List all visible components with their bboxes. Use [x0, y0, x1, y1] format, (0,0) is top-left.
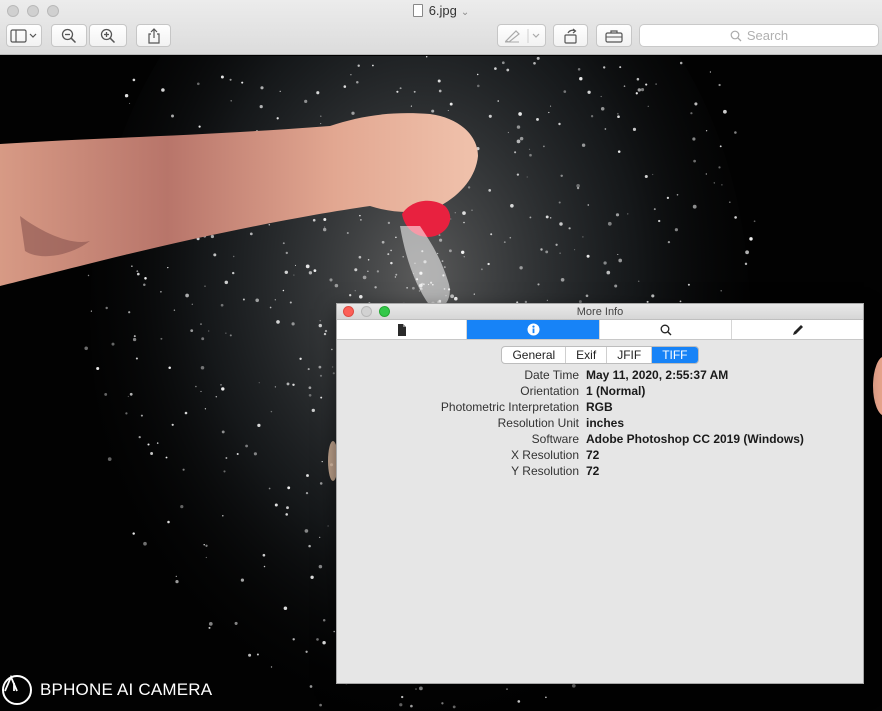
metadata-value: 72	[586, 448, 600, 462]
metadata-value: 72	[586, 464, 600, 478]
metadata-row: Y Resolution 72	[337, 463, 863, 479]
panel-title-bar[interactable]: More Info	[337, 304, 863, 320]
panel-close-button[interactable]	[343, 306, 354, 317]
panel-title: More Info	[576, 306, 624, 318]
metadata-key: Y Resolution	[511, 464, 579, 478]
tab-annotations[interactable]	[732, 320, 863, 339]
metadata-row: Software Adobe Photoshop CC 2019 (Window…	[337, 431, 863, 447]
sidebar-toggle-button[interactable]	[6, 24, 42, 47]
search-icon	[660, 324, 671, 335]
search-icon	[730, 30, 742, 41]
panel-zoom-button[interactable]	[379, 306, 390, 317]
bphone-logo-icon	[2, 675, 32, 705]
metadata-segment-bar: General Exif JFIF TIFF	[337, 340, 863, 370]
pencil-icon	[792, 324, 803, 335]
toolbox-button[interactable]	[596, 24, 632, 47]
search-placeholder: Search	[746, 28, 789, 43]
metadata-value: Adobe Photoshop CC 2019 (Windows)	[586, 432, 804, 446]
rotate-button[interactable]	[553, 24, 588, 47]
chevron-down-icon: ⌄	[460, 7, 470, 18]
info-icon	[527, 323, 539, 336]
zoom-in-button[interactable]	[89, 24, 127, 47]
metadata-row: Orientation 1 (Normal)	[337, 383, 863, 399]
rotate-icon	[563, 28, 577, 44]
segment-tiff[interactable]: TIFF	[652, 347, 698, 363]
toolbox-icon	[605, 29, 623, 43]
panel-minimize-button[interactable]	[361, 306, 372, 317]
metadata-value: inches	[586, 416, 625, 430]
tab-general-info[interactable]	[337, 320, 467, 339]
metadata-key: Software	[531, 432, 579, 446]
metadata-key: Orientation	[520, 384, 579, 398]
markup-button[interactable]	[497, 24, 546, 47]
tab-more-info[interactable]	[467, 320, 600, 339]
metadata-row: Resolution Unit inches	[337, 415, 863, 431]
share-icon	[147, 27, 160, 44]
metadata-value: 1 (Normal)	[586, 384, 646, 398]
tab-keywords[interactable]	[600, 320, 732, 339]
segment-jfif[interactable]: JFIF	[607, 347, 653, 363]
metadata-row: Date Time May 11, 2020, 2:55:37 AM	[337, 367, 863, 383]
file-icon	[412, 4, 423, 17]
zoom-out-icon	[61, 28, 77, 43]
metadata-value: May 11, 2020, 2:55:37 AM	[586, 368, 729, 382]
metadata-value: RGB	[586, 400, 613, 414]
document-icon	[397, 323, 406, 336]
more-info-panel: More Info General Exif JFIF TIFF Date Ti…	[336, 303, 864, 684]
share-button[interactable]	[136, 24, 171, 47]
metadata-row: X Resolution 72	[337, 447, 863, 463]
segment-exif[interactable]: Exif	[566, 347, 608, 363]
window-title[interactable]: 6.jpg ⌄	[0, 3, 882, 18]
zoom-out-button[interactable]	[51, 24, 87, 47]
markup-pen-icon	[504, 28, 539, 43]
metadata-key: X Resolution	[510, 448, 579, 462]
camera-watermark: BPHONE AI CAMERA	[2, 675, 212, 705]
segment-general[interactable]: General	[502, 347, 567, 363]
window-title-text: 6.jpg	[428, 3, 457, 18]
sidebar-icon	[10, 28, 37, 43]
watermark-text: BPHONE AI CAMERA	[40, 680, 213, 699]
window-toolbar: 6.jpg ⌄ Search	[0, 0, 882, 55]
metadata-key: Photometric Interpretation	[440, 400, 579, 414]
zoom-in-icon	[100, 28, 116, 43]
search-field[interactable]: Search	[639, 24, 879, 47]
tiff-metadata-list: Date Time May 11, 2020, 2:55:37 AM Orien…	[337, 367, 863, 479]
metadata-key: Date Time	[524, 368, 579, 382]
metadata-segmented-control: General Exif JFIF TIFF	[501, 346, 699, 364]
metadata-row: Photometric Interpretation RGB	[337, 399, 863, 415]
metadata-key: Resolution Unit	[497, 416, 579, 430]
inspector-tabs	[337, 320, 863, 340]
